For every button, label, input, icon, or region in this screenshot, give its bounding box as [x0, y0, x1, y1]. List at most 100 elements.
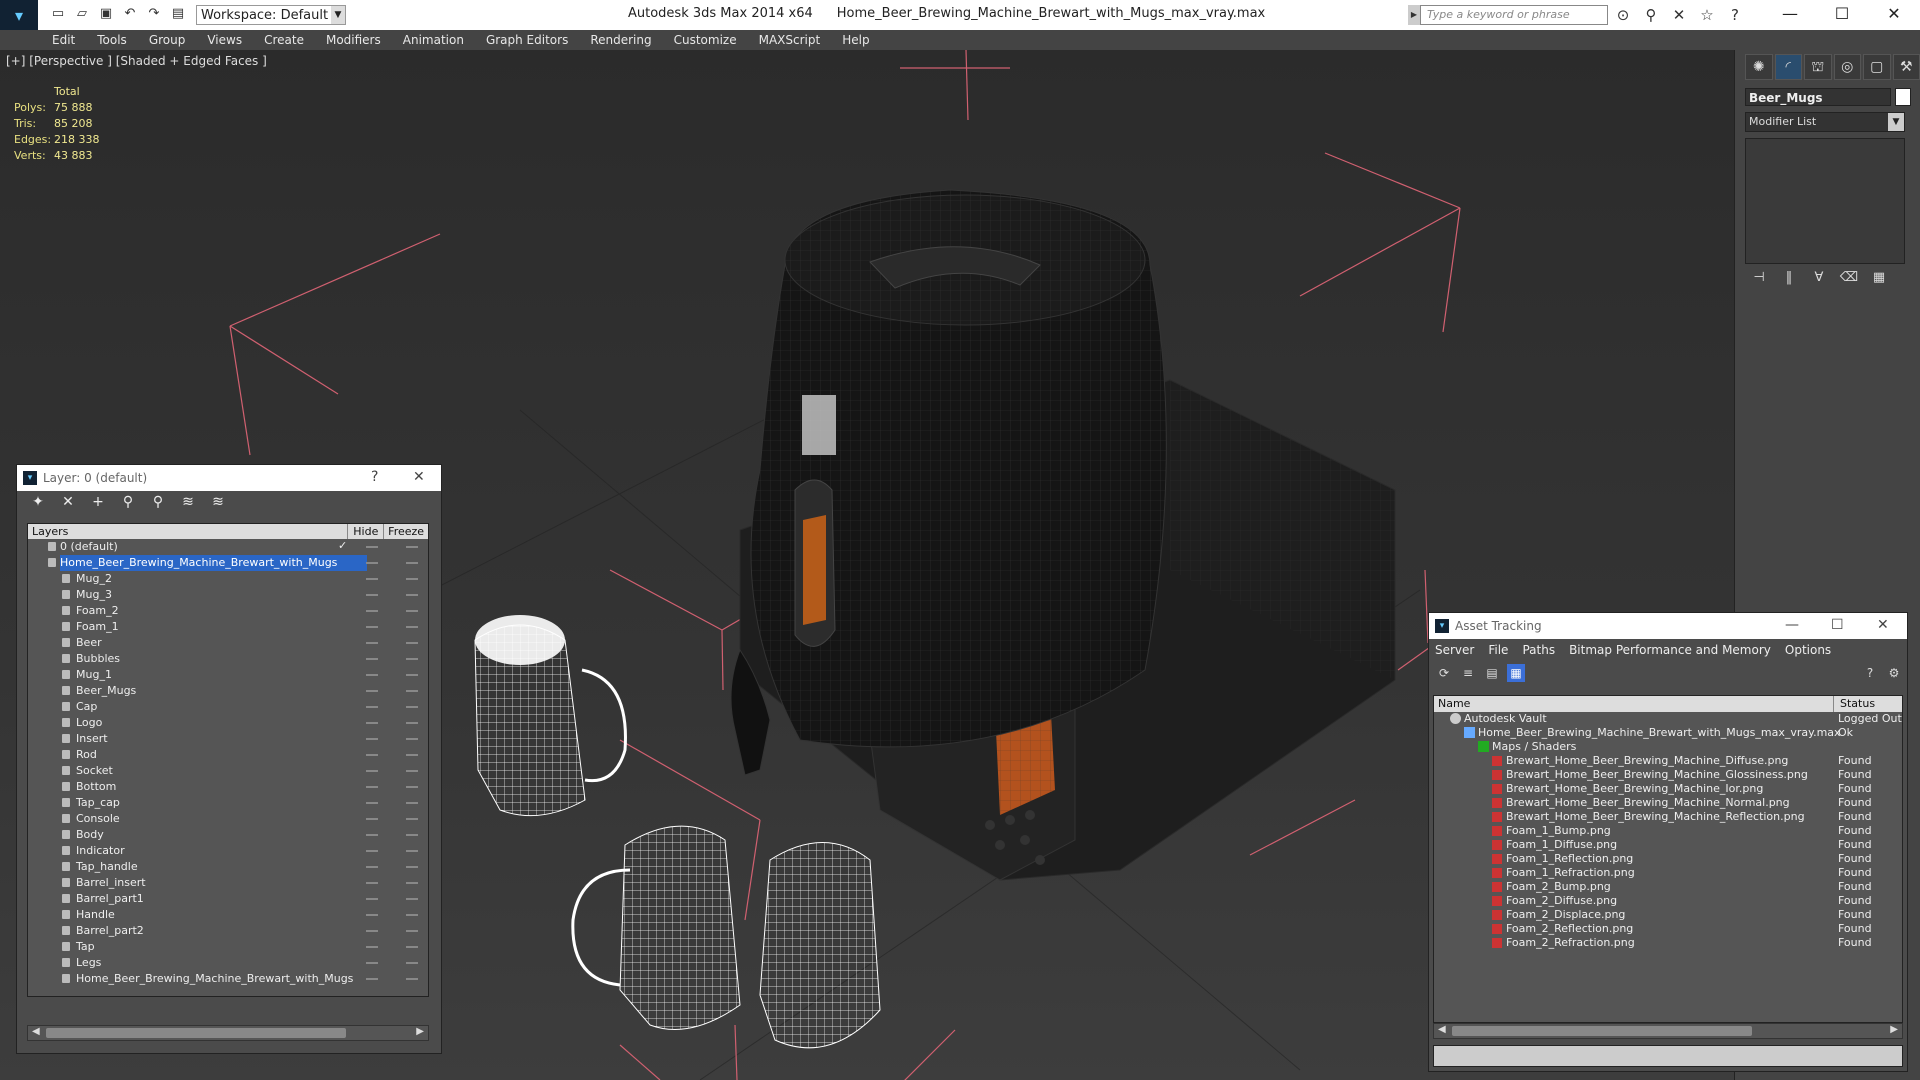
asset-row[interactable]: Brewart_Home_Beer_Brewing_Machine_Ior.pn… — [1434, 782, 1902, 796]
layer-row[interactable]: Indicator — [28, 843, 428, 859]
layer-row[interactable]: Socket — [28, 763, 428, 779]
layer-row[interactable]: Logo — [28, 715, 428, 731]
utilities-tab-icon[interactable]: ⚒ — [1892, 54, 1920, 80]
layer-row[interactable]: Body — [28, 827, 428, 843]
scroll-left-icon[interactable]: ◀ — [1438, 1024, 1446, 1035]
close-icon[interactable]: ✕ — [413, 469, 425, 485]
menu-help[interactable]: Help — [842, 30, 869, 50]
freeze-toggle[interactable] — [406, 978, 418, 980]
layer-row[interactable]: Beer — [28, 635, 428, 651]
maximize-icon[interactable]: ☐ — [1831, 617, 1844, 633]
menu-customize[interactable]: Customize — [674, 30, 737, 50]
project-folder-icon[interactable]: ▤ — [168, 6, 188, 24]
hide-toggle[interactable] — [366, 610, 378, 612]
asset-row[interactable]: Autodesk Vault Logged Out — [1434, 712, 1902, 726]
favorites-star-icon[interactable]: ☆ — [1696, 5, 1718, 25]
asset-row[interactable]: Foam_1_Refraction.png Found — [1434, 866, 1902, 880]
undo-icon[interactable]: ↶ — [120, 6, 140, 24]
freeze-toggle[interactable] — [406, 642, 418, 644]
freeze-toggle[interactable] — [406, 562, 418, 564]
highlight-layer-icon[interactable]: ⚲ — [147, 494, 169, 514]
hide-toggle[interactable] — [366, 930, 378, 932]
asset-row[interactable]: Foam_2_Displace.png Found — [1434, 908, 1902, 922]
layer-row[interactable]: Home_Beer_Brewing_Machine_Brewart_with_M… — [28, 971, 428, 987]
asset-row[interactable]: Maps / Shaders — [1434, 740, 1902, 754]
asset-row[interactable]: Foam_1_Diffuse.png Found — [1434, 838, 1902, 852]
motion-tab-icon[interactable]: ◎ — [1833, 54, 1861, 80]
asset-row[interactable]: Brewart_Home_Beer_Brewing_Machine_Diffus… — [1434, 754, 1902, 768]
hide-toggle[interactable] — [366, 594, 378, 596]
freeze-toggle[interactable] — [406, 578, 418, 580]
hide-toggle[interactable] — [366, 914, 378, 916]
freeze-toggle[interactable] — [406, 674, 418, 676]
asset-row[interactable]: Brewart_Home_Beer_Brewing_Machine_Reflec… — [1434, 810, 1902, 824]
communication-icon[interactable]: ✕ — [1668, 5, 1690, 25]
freeze-toggle[interactable] — [406, 722, 418, 724]
remove-modifier-icon[interactable]: ⌫ — [1839, 270, 1859, 288]
layer-row[interactable]: Barrel_insert — [28, 875, 428, 891]
freeze-toggle[interactable] — [406, 802, 418, 804]
freeze-toggle[interactable] — [406, 594, 418, 596]
asset-menu-file[interactable]: File — [1488, 643, 1508, 657]
asset-list-scrollbar[interactable]: ◀ ▶ — [1433, 1023, 1903, 1039]
layer-list-scrollbar[interactable]: ◀ ▶ — [27, 1025, 429, 1041]
modify-tab-icon[interactable]: ◜ — [1774, 54, 1802, 80]
menu-rendering[interactable]: Rendering — [590, 30, 651, 50]
layer-row[interactable]: Beer_Mugs — [28, 683, 428, 699]
open-file-icon[interactable]: ▱ — [72, 6, 92, 24]
freeze-toggle[interactable] — [406, 626, 418, 628]
redo-icon[interactable]: ↷ — [144, 6, 164, 24]
new-file-icon[interactable]: ▭ — [48, 6, 68, 24]
hide-toggle[interactable] — [366, 882, 378, 884]
asset-row[interactable]: Brewart_Home_Beer_Brewing_Machine_Glossi… — [1434, 768, 1902, 782]
delete-layer-icon[interactable]: ✕ — [57, 494, 79, 514]
refresh-icon[interactable]: ⟳ — [1435, 664, 1453, 682]
asset-menu-options[interactable]: Options — [1785, 643, 1831, 657]
hide-toggle[interactable] — [366, 626, 378, 628]
asset-row[interactable]: Foam_1_Bump.png Found — [1434, 824, 1902, 838]
freeze-toggle[interactable] — [406, 914, 418, 916]
scroll-right-icon[interactable]: ▶ — [416, 1026, 424, 1037]
binoculars-icon[interactable]: ⊙ — [1612, 5, 1634, 25]
layer-row[interactable]: Mug_2 — [28, 571, 428, 587]
make-unique-icon[interactable]: ∀ — [1809, 270, 1829, 288]
asset-menu-server[interactable]: Server — [1435, 643, 1474, 657]
pin-stack-icon[interactable]: ⊣ — [1749, 270, 1769, 288]
minimize-icon[interactable]: — — [1785, 617, 1799, 633]
beer-mug-wireframe-1[interactable] — [474, 615, 627, 817]
hide-toggle[interactable] — [366, 962, 378, 964]
menu-tools[interactable]: Tools — [97, 30, 127, 50]
hide-toggle[interactable] — [366, 834, 378, 836]
add-to-layer-icon[interactable]: + — [87, 494, 109, 514]
help-icon[interactable]: ? — [371, 469, 378, 485]
modifier-stack[interactable] — [1745, 138, 1905, 264]
hide-toggle[interactable] — [366, 786, 378, 788]
freeze-toggle[interactable] — [406, 658, 418, 660]
scrollbar-thumb[interactable] — [46, 1028, 346, 1038]
hide-toggle[interactable] — [366, 898, 378, 900]
hide-toggle[interactable] — [366, 978, 378, 980]
hide-toggle[interactable] — [366, 818, 378, 820]
select-in-layer-icon[interactable]: ⚲ — [117, 494, 139, 514]
hide-all-layers-icon[interactable]: ≋ — [177, 494, 199, 514]
hide-toggle[interactable] — [366, 658, 378, 660]
asset-tracking-titlebar[interactable]: ▾ Asset Tracking — ☐ ✕ — [1429, 613, 1907, 639]
search-input[interactable]: Type a keyword or phrase — [1420, 5, 1608, 25]
configure-sets-icon[interactable]: ▦ — [1869, 270, 1889, 288]
layer-row[interactable]: Mug_1 — [28, 667, 428, 683]
freeze-toggle[interactable] — [406, 946, 418, 948]
layer-row[interactable]: Bottom — [28, 779, 428, 795]
layer-manager-titlebar[interactable]: ▾ Layer: 0 (default) ? ✕ — [17, 465, 441, 491]
scroll-right-icon[interactable]: ▶ — [1890, 1024, 1898, 1035]
layer-row[interactable]: Barrel_part1 — [28, 891, 428, 907]
layer-row[interactable]: Tap_handle — [28, 859, 428, 875]
menu-views[interactable]: Views — [207, 30, 242, 50]
display-tab-icon[interactable]: ▢ — [1863, 54, 1891, 80]
asset-row[interactable]: Foam_2_Refraction.png Found — [1434, 936, 1902, 950]
hierarchy-tab-icon[interactable]: ⛫ — [1804, 54, 1832, 80]
menu-graph-editors[interactable]: Graph Editors — [486, 30, 568, 50]
asset-menu-bitmap-performance-and-memory[interactable]: Bitmap Performance and Memory — [1569, 643, 1771, 657]
freeze-toggle[interactable] — [406, 770, 418, 772]
freeze-toggle[interactable] — [406, 898, 418, 900]
options-icon[interactable]: ⚙ — [1885, 664, 1903, 682]
